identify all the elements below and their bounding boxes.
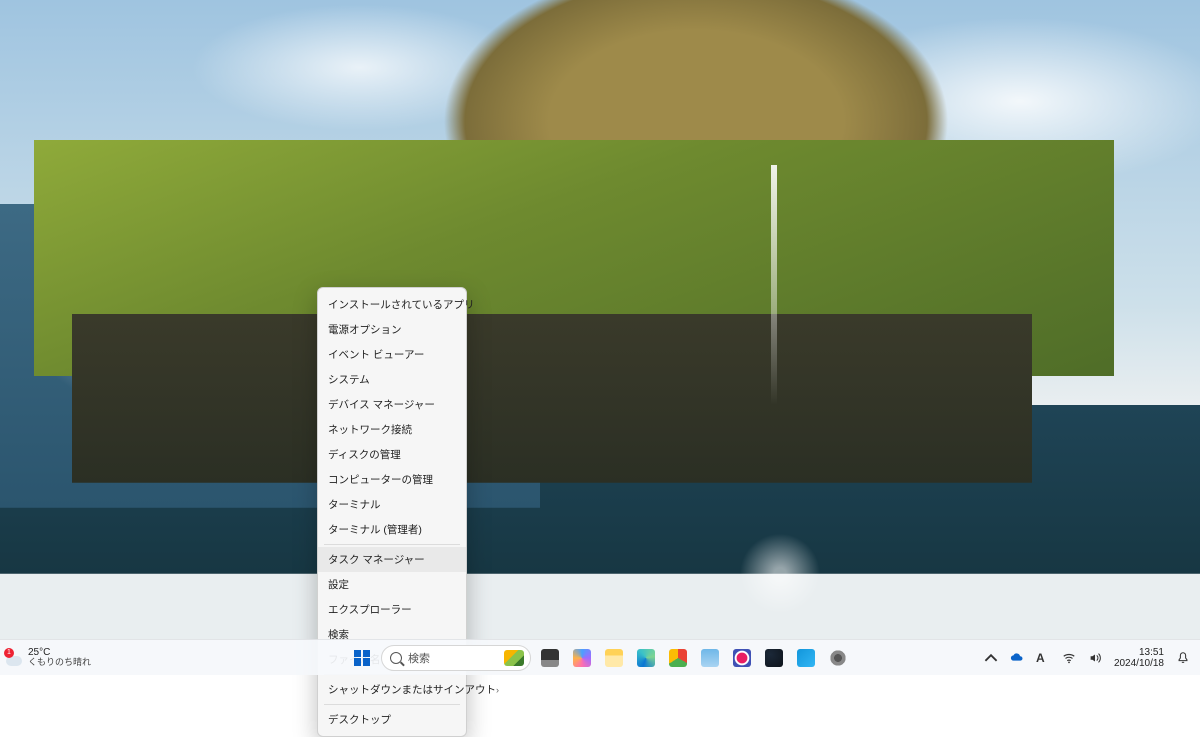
windows-logo-icon <box>354 650 370 666</box>
taskbar-app-copilot[interactable] <box>567 643 597 673</box>
context-menu-item[interactable]: システム <box>318 367 466 392</box>
chrome-icon <box>669 649 687 667</box>
chevron-right-icon: › <box>496 685 499 695</box>
copilot-icon <box>573 649 591 667</box>
context-menu-item[interactable]: エクスプローラー <box>318 597 466 622</box>
weather-alert-badge: 1 <box>4 648 14 658</box>
chevron-up-icon <box>984 651 998 665</box>
context-menu-label: デスクトップ <box>328 712 391 727</box>
speaker-icon <box>1088 651 1102 665</box>
taskbar-weather[interactable]: 1 25°C くもりのち晴れ <box>6 640 91 675</box>
tray-overflow[interactable] <box>980 643 1002 673</box>
taskbar: 1 25°C くもりのち晴れ 検索 A <box>0 639 1200 675</box>
context-menu-label: ターミナル (管理者) <box>328 522 422 537</box>
steam-icon <box>765 649 783 667</box>
microsoft-store-icon <box>797 649 815 667</box>
weather-icon: 1 <box>6 650 22 666</box>
context-menu-separator <box>324 544 460 545</box>
context-menu-item[interactable]: ディスクの管理 <box>318 442 466 467</box>
settings-icon <box>829 649 847 667</box>
taskbar-clock[interactable]: 13:51 2024/10/18 <box>1110 647 1168 669</box>
context-menu-item[interactable]: ターミナル (管理者) <box>318 517 466 542</box>
system-tray: A 13:51 2024/10/18 <box>980 640 1194 675</box>
context-menu-label: シャットダウンまたはサインアウト <box>328 682 496 697</box>
desktop-wallpaper[interactable] <box>0 0 1200 675</box>
context-menu-item[interactable]: インストールされているアプリ <box>318 292 466 317</box>
search-highlight-icon <box>504 650 524 666</box>
context-menu-item[interactable]: シャットダウンまたはサインアウト› <box>318 677 466 702</box>
taskbar-app-task-view[interactable] <box>535 643 565 673</box>
context-menu-item[interactable]: ターミナル <box>318 492 466 517</box>
search-icon <box>390 652 402 664</box>
context-menu-item[interactable]: イベント ビューアー <box>318 342 466 367</box>
taskbar-center: 検索 <box>347 643 853 673</box>
clock-time: 13:51 <box>1139 647 1164 658</box>
context-menu-item[interactable]: デバイス マネージャー <box>318 392 466 417</box>
snipping-tool-icon <box>733 649 751 667</box>
bell-icon <box>1176 651 1190 665</box>
taskbar-app-snipping-tool[interactable] <box>727 643 757 673</box>
taskbar-app-notepad[interactable] <box>695 643 725 673</box>
ime-mode-indicator: A <box>1036 651 1050 665</box>
context-menu-item[interactable]: タスク マネージャー <box>318 547 466 572</box>
context-menu-item[interactable]: デスクトップ <box>318 707 466 732</box>
context-menu-item[interactable]: コンピューターの管理 <box>318 467 466 492</box>
file-explorer-icon <box>605 649 623 667</box>
context-menu-label: タスク マネージャー <box>328 552 425 567</box>
tray-ime[interactable]: A <box>1032 643 1054 673</box>
cloud-icon <box>1010 651 1024 665</box>
context-menu-label: ターミナル <box>328 497 381 512</box>
taskbar-app-file-explorer[interactable] <box>599 643 629 673</box>
context-menu-item[interactable]: 電源オプション <box>318 317 466 342</box>
taskbar-app-microsoft-store[interactable] <box>791 643 821 673</box>
notification-center[interactable] <box>1172 643 1194 673</box>
weather-condition: くもりのち晴れ <box>28 658 91 667</box>
search-placeholder: 検索 <box>408 650 430 666</box>
taskbar-app-settings[interactable] <box>823 643 853 673</box>
tray-volume[interactable] <box>1084 643 1106 673</box>
taskbar-app-chrome[interactable] <box>663 643 693 673</box>
context-menu-separator <box>324 704 460 705</box>
context-menu-label: ネットワーク接続 <box>328 422 412 437</box>
context-menu-item[interactable]: 設定 <box>318 572 466 597</box>
taskbar-app-steam[interactable] <box>759 643 789 673</box>
context-menu-label: ディスクの管理 <box>328 447 401 462</box>
start-button[interactable] <box>347 643 377 673</box>
task-view-icon <box>541 649 559 667</box>
edge-icon <box>637 649 655 667</box>
wifi-icon <box>1062 651 1076 665</box>
context-menu-label: 電源オプション <box>328 322 402 337</box>
context-menu-label: エクスプローラー <box>328 602 412 617</box>
clock-date: 2024/10/18 <box>1114 658 1164 669</box>
context-menu-label: イベント ビューアー <box>328 347 424 362</box>
taskbar-search[interactable]: 検索 <box>381 645 531 671</box>
context-menu-item[interactable]: ネットワーク接続 <box>318 417 466 442</box>
context-menu-label: 設定 <box>328 577 349 592</box>
context-menu-label: デバイス マネージャー <box>328 397 435 412</box>
tray-onedrive[interactable] <box>1006 643 1028 673</box>
notepad-icon <box>701 649 719 667</box>
context-menu-label: コンピューターの管理 <box>328 472 433 487</box>
context-menu-label: インストールされているアプリ <box>328 297 474 312</box>
tray-wifi[interactable] <box>1058 643 1080 673</box>
taskbar-app-edge[interactable] <box>631 643 661 673</box>
context-menu-label: システム <box>328 372 370 387</box>
